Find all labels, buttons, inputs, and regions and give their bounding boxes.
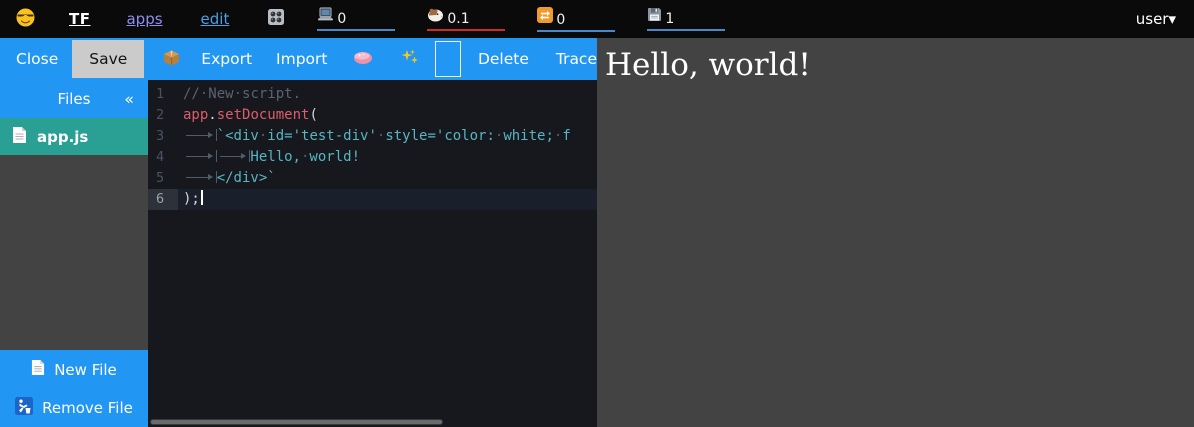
code-line[interactable]: 3`<div·id='test-div'·style='color:·white… bbox=[148, 126, 597, 147]
code-area[interactable]: 1//·New·script.2app.setDocument(3`<div·i… bbox=[148, 80, 597, 210]
export-button[interactable]: Export bbox=[201, 50, 252, 68]
new-file-label: New File bbox=[54, 361, 117, 379]
soap-icon[interactable] bbox=[353, 50, 373, 69]
close-button[interactable]: Close bbox=[16, 50, 58, 68]
app-preview-panel: Hello, world! bbox=[597, 38, 1194, 427]
floppy-icon bbox=[647, 7, 662, 26]
hamster-icon bbox=[427, 7, 444, 26]
package-icon[interactable] bbox=[162, 48, 181, 71]
line-number: 3 bbox=[148, 126, 178, 147]
horizontal-scrollbar-thumb[interactable] bbox=[150, 419, 443, 425]
line-number: 5 bbox=[148, 168, 178, 189]
line-number: 6 bbox=[148, 189, 178, 210]
files-sidebar: Files « app.js New File Remove File bbox=[0, 80, 148, 427]
repeat-icon bbox=[537, 7, 553, 27]
preview-hello-text: Hello, world! bbox=[605, 46, 1186, 85]
tab-indicator-icon bbox=[217, 150, 251, 162]
text-cursor bbox=[201, 190, 203, 205]
nav-link-edit[interactable]: edit bbox=[201, 10, 230, 28]
control-knobs-icon[interactable] bbox=[267, 8, 285, 30]
code-line-content: Hello,·world! bbox=[178, 147, 360, 168]
cpu-meter-field[interactable]: 0 bbox=[317, 7, 395, 31]
import-button[interactable]: Import bbox=[276, 50, 327, 68]
files-header-label: Files bbox=[58, 90, 91, 108]
nav-link-apps[interactable]: apps bbox=[126, 10, 162, 28]
editor-toolbar: Close Save Export Import Delete Trace bbox=[0, 38, 597, 80]
laptop-icon bbox=[317, 7, 334, 26]
file-item-appjs[interactable]: app.js bbox=[0, 118, 148, 155]
cpu-meter-value: 0 bbox=[337, 12, 346, 26]
sparkles-icon[interactable] bbox=[400, 48, 419, 71]
line-number: 2 bbox=[148, 105, 178, 126]
memory-meter-value: 0.1 bbox=[447, 12, 469, 26]
file-name: app.js bbox=[37, 128, 88, 146]
code-line-content: </div>` bbox=[178, 168, 276, 189]
line-number: 1 bbox=[148, 84, 178, 105]
loops-meter-value: 0 bbox=[556, 13, 565, 27]
code-line-content: //·New·script. bbox=[178, 84, 301, 105]
litter-bin-icon bbox=[15, 397, 33, 419]
remove-file-button[interactable]: Remove File bbox=[0, 388, 148, 427]
code-line[interactable]: 2app.setDocument( bbox=[148, 105, 597, 126]
line-number: 4 bbox=[148, 147, 178, 168]
code-line-content: `<div·id='test-div'·style='color:·white;… bbox=[178, 126, 571, 147]
files-header: Files « bbox=[0, 80, 148, 118]
new-file-icon bbox=[31, 359, 45, 380]
top-bar: TF apps edit 0 0.1 0 1 user▾ bbox=[0, 0, 1194, 38]
collapse-sidebar-button[interactable]: « bbox=[124, 90, 134, 109]
memory-meter-field[interactable]: 0.1 bbox=[427, 7, 505, 31]
new-file-button[interactable]: New File bbox=[0, 350, 148, 388]
code-line-content: app.setDocument( bbox=[178, 105, 318, 126]
tab-indicator-icon bbox=[183, 129, 217, 141]
blank-toolbar-button[interactable] bbox=[435, 41, 460, 77]
storage-meter-field[interactable]: 1 bbox=[647, 7, 725, 31]
trace-button[interactable]: Trace bbox=[556, 50, 597, 68]
code-line-content: ); bbox=[178, 189, 203, 210]
save-button[interactable]: Save bbox=[72, 40, 144, 78]
code-line[interactable]: 1//·New·script. bbox=[148, 84, 597, 105]
sunglasses-face-icon[interactable] bbox=[16, 8, 35, 31]
document-icon bbox=[12, 126, 27, 148]
brand-link[interactable]: TF bbox=[69, 10, 90, 28]
code-line[interactable]: 6); bbox=[148, 189, 597, 210]
delete-button[interactable]: Delete bbox=[478, 50, 529, 68]
tab-indicator-icon bbox=[183, 150, 217, 162]
code-line[interactable]: 5</div>` bbox=[148, 168, 597, 189]
loops-meter-field[interactable]: 0 bbox=[537, 7, 615, 32]
remove-file-label: Remove File bbox=[42, 399, 133, 417]
code-line[interactable]: 4Hello,·world! bbox=[148, 147, 597, 168]
user-menu[interactable]: user▾ bbox=[1136, 10, 1176, 28]
tab-indicator-icon bbox=[183, 171, 217, 183]
storage-meter-value: 1 bbox=[665, 12, 674, 26]
code-editor[interactable]: 1//·New·script.2app.setDocument(3`<div·i… bbox=[148, 80, 597, 427]
sidebar-empty-area bbox=[0, 155, 148, 350]
